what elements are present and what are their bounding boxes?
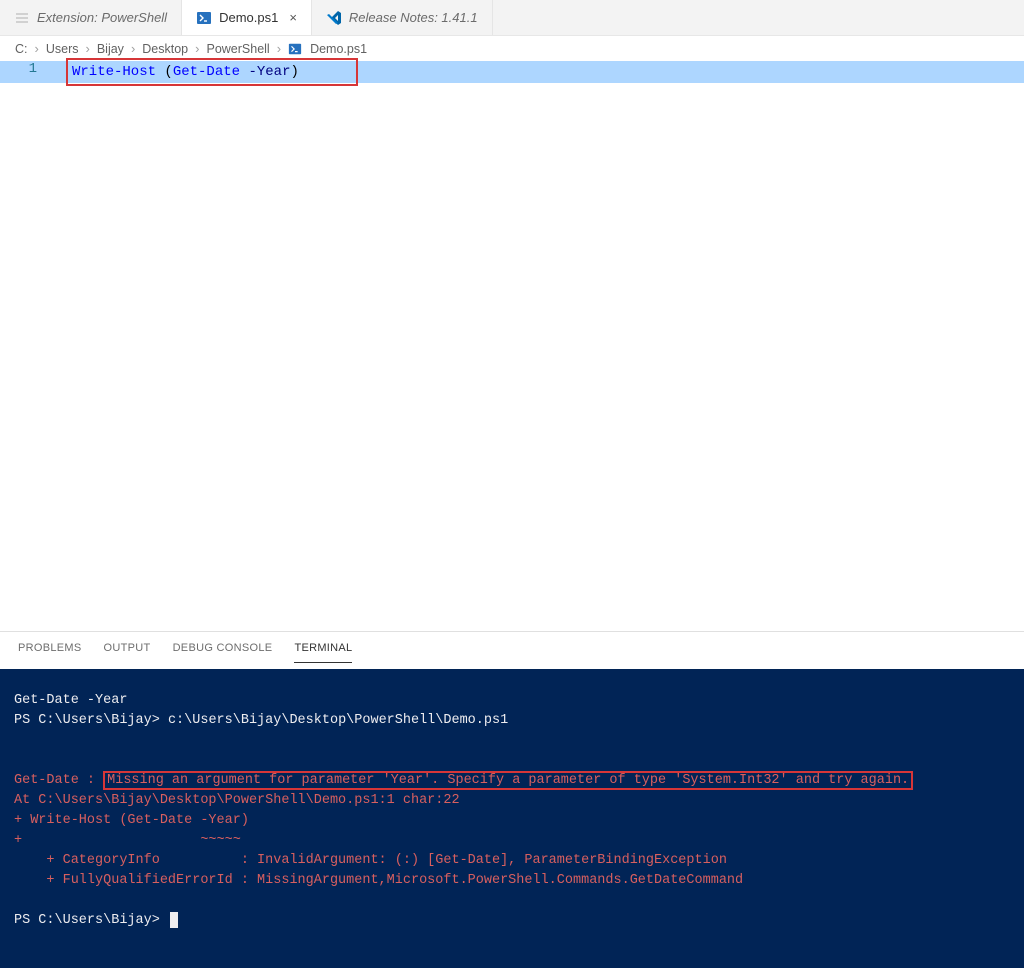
chevron-right-icon: › (129, 41, 137, 56)
tab-label: Release Notes: 1.41.1 (349, 10, 478, 25)
breadcrumb-item[interactable]: Users (43, 42, 82, 56)
terminal-prompt: PS C:\Users\Bijay> (14, 913, 168, 928)
terminal-error-line: At C:\Users\Bijay\Desktop\PowerShell\Dem… (14, 793, 460, 808)
line-number: 1 (0, 61, 55, 77)
chevron-right-icon: › (193, 41, 201, 56)
chevron-right-icon: › (84, 41, 92, 56)
terminal-error-line: + Write-Host (Get-Date -Year) (14, 813, 249, 828)
token-paren: ) (290, 64, 298, 80)
tab-release-notes[interactable]: Release Notes: 1.41.1 (312, 0, 493, 35)
tab-terminal[interactable]: TERMINAL (294, 642, 352, 663)
breadcrumb-item[interactable]: Desktop (139, 42, 191, 56)
terminal-error-category: + CategoryInfo : InvalidArgument: (:) [G… (14, 853, 727, 868)
powershell-file-icon (196, 10, 212, 26)
tab-demo-ps1[interactable]: Demo.ps1 × (182, 0, 312, 35)
tab-output[interactable]: OUTPUT (104, 642, 151, 663)
tab-problems[interactable]: PROBLEMS (18, 642, 82, 663)
vscode-icon (326, 10, 342, 26)
powershell-file-icon (288, 42, 302, 56)
editor-empty-area[interactable] (0, 83, 1024, 631)
terminal-error-id: + FullyQualifiedErrorId : MissingArgumen… (14, 873, 743, 888)
token-paren: ( (164, 64, 172, 80)
breadcrumb-item[interactable]: Demo.ps1 (307, 42, 370, 56)
code-line[interactable]: Write-Host (Get-Date -Year) (0, 61, 1024, 83)
terminal-error-prefix: Get-Date : (14, 773, 103, 788)
tab-debug-console[interactable]: DEBUG CONSOLE (173, 642, 273, 663)
bottom-panel: PROBLEMS OUTPUT DEBUG CONSOLE TERMINAL G… (0, 631, 1024, 968)
breadcrumb[interactable]: C: › Users › Bijay › Desktop › PowerShel… (0, 36, 1024, 61)
breadcrumb-item[interactable]: PowerShell (203, 42, 272, 56)
terminal-prompt: PS C:\Users\Bijay> (14, 713, 168, 728)
editor-tabs: Extension: PowerShell Demo.ps1 × Release… (0, 0, 1024, 36)
breadcrumb-item[interactable]: C: (12, 42, 31, 56)
panel-tabs: PROBLEMS OUTPUT DEBUG CONSOLE TERMINAL (0, 632, 1024, 663)
token-parameter: Year (257, 64, 291, 80)
chevron-right-icon: › (275, 41, 283, 56)
terminal-cursor (170, 912, 178, 928)
terminal-line: Get-Date -Year (14, 693, 127, 708)
terminal-error-marker: + ~~~~~ (14, 833, 241, 848)
token-cmdlet: Get-Date (173, 64, 240, 80)
close-icon[interactable]: × (289, 10, 297, 25)
terminal-output[interactable]: Get-Date -Year PS C:\Users\Bijay> c:\Use… (0, 669, 1024, 968)
code-editor[interactable]: 1 Write-Host (Get-Date -Year) (0, 61, 1024, 83)
tab-extension-powershell[interactable]: Extension: PowerShell (0, 0, 182, 35)
chevron-right-icon: › (33, 41, 41, 56)
tab-label: Demo.ps1 (219, 10, 278, 25)
token-dash: - (248, 64, 256, 80)
breadcrumb-item[interactable]: Bijay (94, 42, 127, 56)
terminal-command: c:\Users\Bijay\Desktop\PowerShell\Demo.p… (168, 713, 508, 728)
menu-icon (14, 10, 30, 26)
tab-label: Extension: PowerShell (37, 10, 167, 25)
token-cmdlet: Write-Host (72, 64, 156, 80)
terminal-error-message: Missing an argument for parameter 'Year'… (103, 771, 913, 790)
